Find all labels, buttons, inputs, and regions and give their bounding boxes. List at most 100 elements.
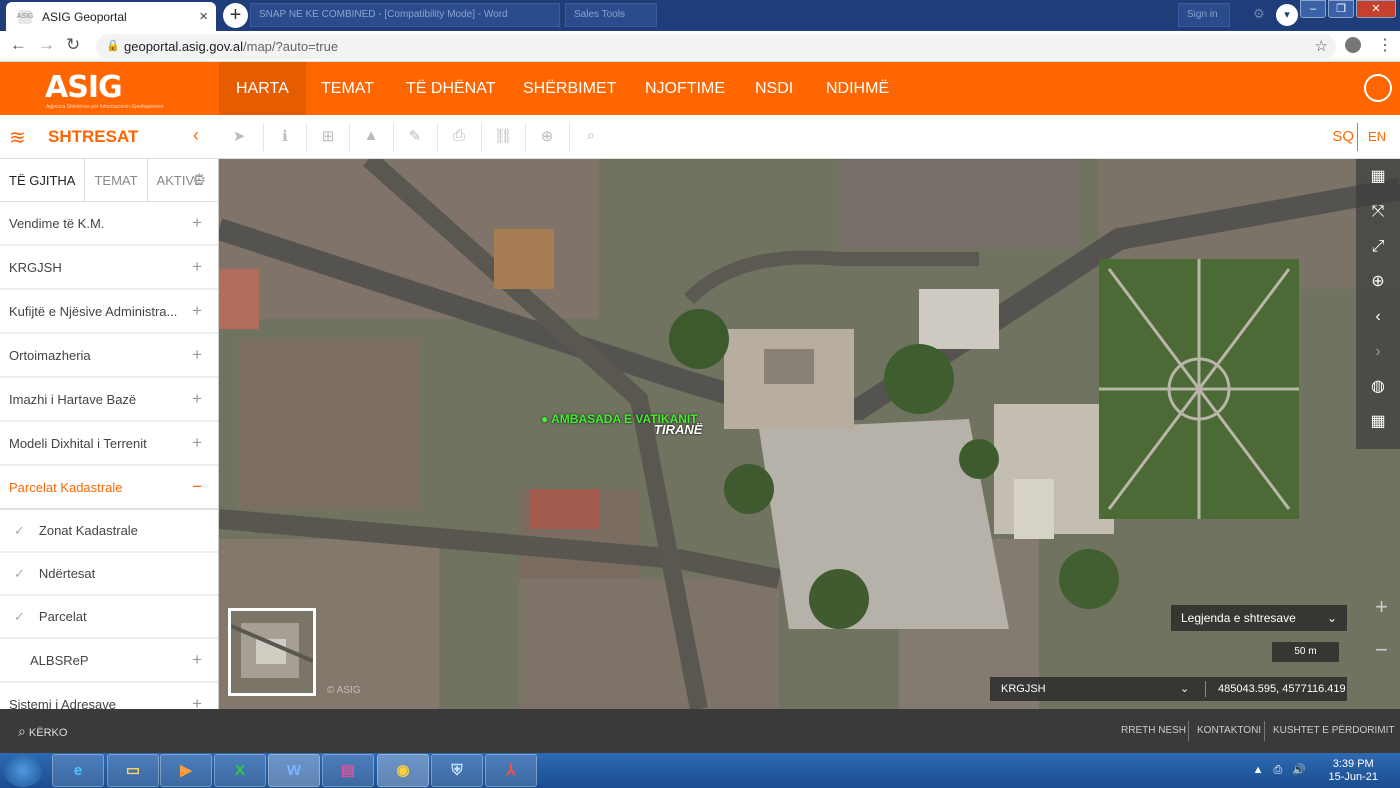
menu-njoftime[interactable]: NJOFTIME: [628, 62, 742, 115]
layer-group-item[interactable]: Imazhi i Hartave Bazë +: [0, 378, 218, 422]
start-button[interactable]: [3, 754, 43, 787]
layer-item[interactable]: ✓ Zonat Kadastrale: [0, 510, 218, 553]
coordinate-system-select[interactable]: KRGJSH: [1001, 677, 1046, 701]
asig-logo[interactable]: ASIG: [45, 70, 123, 105]
system-tray[interactable]: ▲⎙🔊: [1253, 763, 1316, 777]
back-icon[interactable]: ←: [10, 35, 27, 55]
previous-extent-icon[interactable]: ‹: [1356, 299, 1400, 334]
zoom-in-button[interactable]: +: [1375, 594, 1388, 620]
layer-group-item[interactable]: Kufijtë e Njësive Administra... +: [0, 290, 218, 334]
zoom-box-icon[interactable]: ⊕: [1356, 264, 1400, 299]
lock-icon: 🔒: [106, 40, 120, 52]
taskbar-media-icon[interactable]: ▶: [160, 754, 212, 787]
print-icon[interactable]: ⎙: [449, 127, 469, 144]
language-en[interactable]: EN: [1368, 129, 1386, 144]
menu-temat[interactable]: TEMAT: [304, 62, 391, 115]
layer-group-item[interactable]: Sistemi i Adresave +: [0, 683, 218, 709]
tab-te-gjitha[interactable]: TË GJITHA: [0, 159, 86, 201]
globe-icon[interactable]: ◍: [1356, 369, 1400, 404]
check-icon[interactable]: ✓: [14, 609, 25, 624]
select-pointer-icon[interactable]: ➤: [229, 127, 249, 145]
background-window-tab[interactable]: Sales Tools: [565, 3, 657, 27]
grid-icon[interactable]: ▦: [1356, 404, 1400, 439]
expand-icon[interactable]: +: [192, 257, 202, 277]
footer-link-terms[interactable]: KUSHTET E PËRDORIMIT: [1273, 725, 1395, 736]
background-window-tab[interactable]: Sign in: [1178, 3, 1230, 27]
check-icon[interactable]: ✓: [14, 523, 25, 538]
expand-icon[interactable]: +: [192, 433, 202, 453]
profile-chart-icon[interactable]: ▲: [361, 127, 381, 144]
taskbar-explorer-icon[interactable]: ▭: [107, 754, 159, 787]
link-icon[interactable]: ⛓: [493, 127, 513, 145]
layers-sidebar: TË GJITHA TEMAT AKTIVE ⚙ Vendime të K.M.…: [0, 159, 219, 709]
menu-nsdi[interactable]: NSDI: [738, 62, 810, 115]
collapse-icon[interactable]: −: [192, 477, 202, 497]
layer-group-item[interactable]: Modeli Dixhital i Terrenit +: [0, 422, 218, 466]
next-extent-icon[interactable]: ›: [1356, 334, 1400, 369]
menu-sherbimet[interactable]: SHËRBIMET: [506, 62, 633, 115]
basemap-icon[interactable]: ▦: [1356, 159, 1400, 194]
check-icon[interactable]: ✓: [14, 566, 25, 581]
collapse-panel-icon[interactable]: ‹: [193, 125, 199, 146]
layer-label: Parcelat: [38, 608, 87, 624]
info-icon[interactable]: ℹ: [275, 127, 295, 145]
tab-close-icon[interactable]: ×: [199, 8, 208, 25]
url-input[interactable]: 🔒 geoportal.asig.gov.al/map/?auto=true ☆: [96, 34, 1336, 59]
forward-icon[interactable]: →: [38, 35, 55, 55]
layer-item[interactable]: ✓ Ndërtesat: [0, 553, 218, 596]
expand-icon[interactable]: +: [192, 650, 202, 670]
layer-group-item[interactable]: Ortoimazheria +: [0, 334, 218, 378]
footer-link-contact[interactable]: KONTAKTONI: [1197, 725, 1261, 736]
minimize-button[interactable]: ‒: [1300, 0, 1326, 18]
system-clock[interactable]: 3:39 PM 15-Jun-21: [1328, 758, 1378, 784]
legend-dropdown[interactable]: Legjenda e shtresave ⌄: [1171, 605, 1347, 631]
draw-edit-icon[interactable]: ✎: [405, 127, 425, 145]
expand-icon[interactable]: +: [192, 389, 202, 409]
taskbar-ie-icon[interactable]: e: [52, 754, 104, 787]
profile-icon[interactable]: [1345, 37, 1361, 53]
fullscreen-icon[interactable]: ⤢: [1356, 229, 1400, 264]
expand-icon[interactable]: +: [192, 301, 202, 321]
layer-group-item[interactable]: KRGJSH +: [0, 246, 218, 290]
close-window-button[interactable]: ✕: [1356, 0, 1396, 18]
chevron-down-icon[interactable]: ⌄: [1180, 677, 1189, 701]
settings-gear-icon[interactable]: ⚙: [192, 170, 206, 190]
menu-harta[interactable]: HARTA: [219, 62, 306, 115]
background-window-tab[interactable]: SNAP NE KE COMBINED - [Compatibility Mod…: [250, 3, 560, 27]
gear-icon[interactable]: ⚙: [1253, 6, 1265, 22]
taskbar-word-icon[interactable]: W: [268, 754, 320, 787]
user-account-icon[interactable]: [1364, 74, 1392, 102]
measure-icon[interactable]: ⊞: [318, 127, 338, 145]
bookmark-star-icon[interactable]: ☆: [1315, 34, 1328, 59]
add-layer-icon[interactable]: ⊕: [537, 127, 557, 145]
taskbar-excel-icon[interactable]: X: [214, 754, 266, 787]
tab-search-icon[interactable]: ▾: [1276, 4, 1298, 26]
map-canvas[interactable]: ● AMBASADA E VATIKANIT TIRANË © ASIG ▦ ⤧…: [219, 159, 1400, 709]
taskbar-chrome-icon[interactable]: ◉: [377, 754, 429, 787]
taskbar-pdf-icon[interactable]: ⅄: [485, 754, 537, 787]
full-extent-icon[interactable]: ⤧: [1356, 194, 1400, 229]
taskbar-winrar-icon[interactable]: ▤: [322, 754, 374, 787]
layer-group-item[interactable]: ALBSReP +: [0, 639, 218, 683]
maximize-button[interactable]: ❐: [1328, 0, 1354, 18]
zoom-out-button[interactable]: −: [1375, 637, 1388, 663]
overview-minimap[interactable]: [228, 608, 316, 696]
expand-icon[interactable]: +: [192, 694, 202, 709]
new-tab-button[interactable]: +: [223, 3, 248, 28]
tab-temat[interactable]: TEMAT: [85, 159, 148, 201]
kebab-menu-icon[interactable]: ⋮: [1377, 35, 1393, 55]
layer-group-item-expanded[interactable]: Parcelat Kadastrale −: [0, 466, 218, 510]
language-sq[interactable]: SQ: [1332, 128, 1354, 145]
footer-link-about[interactable]: RRETH NESH: [1121, 725, 1186, 736]
reload-icon[interactable]: ↻: [66, 35, 80, 55]
expand-icon[interactable]: +: [192, 213, 202, 233]
layer-item[interactable]: ✓ Parcelat: [0, 596, 218, 639]
browser-tab-active[interactable]: ASIG ASIG Geoportal ×: [6, 2, 216, 31]
taskbar-defender-icon[interactable]: ⛨: [431, 754, 483, 787]
footer-search[interactable]: ⌕ KËRKO: [18, 723, 67, 740]
menu-te-dhenat[interactable]: TË DHËNAT: [389, 62, 512, 115]
expand-icon[interactable]: +: [192, 345, 202, 365]
layer-group-item[interactable]: Vendime të K.M. +: [0, 202, 218, 246]
menu-ndihme[interactable]: NDIHMË: [809, 62, 906, 115]
search-icon[interactable]: ⌕: [581, 127, 601, 144]
